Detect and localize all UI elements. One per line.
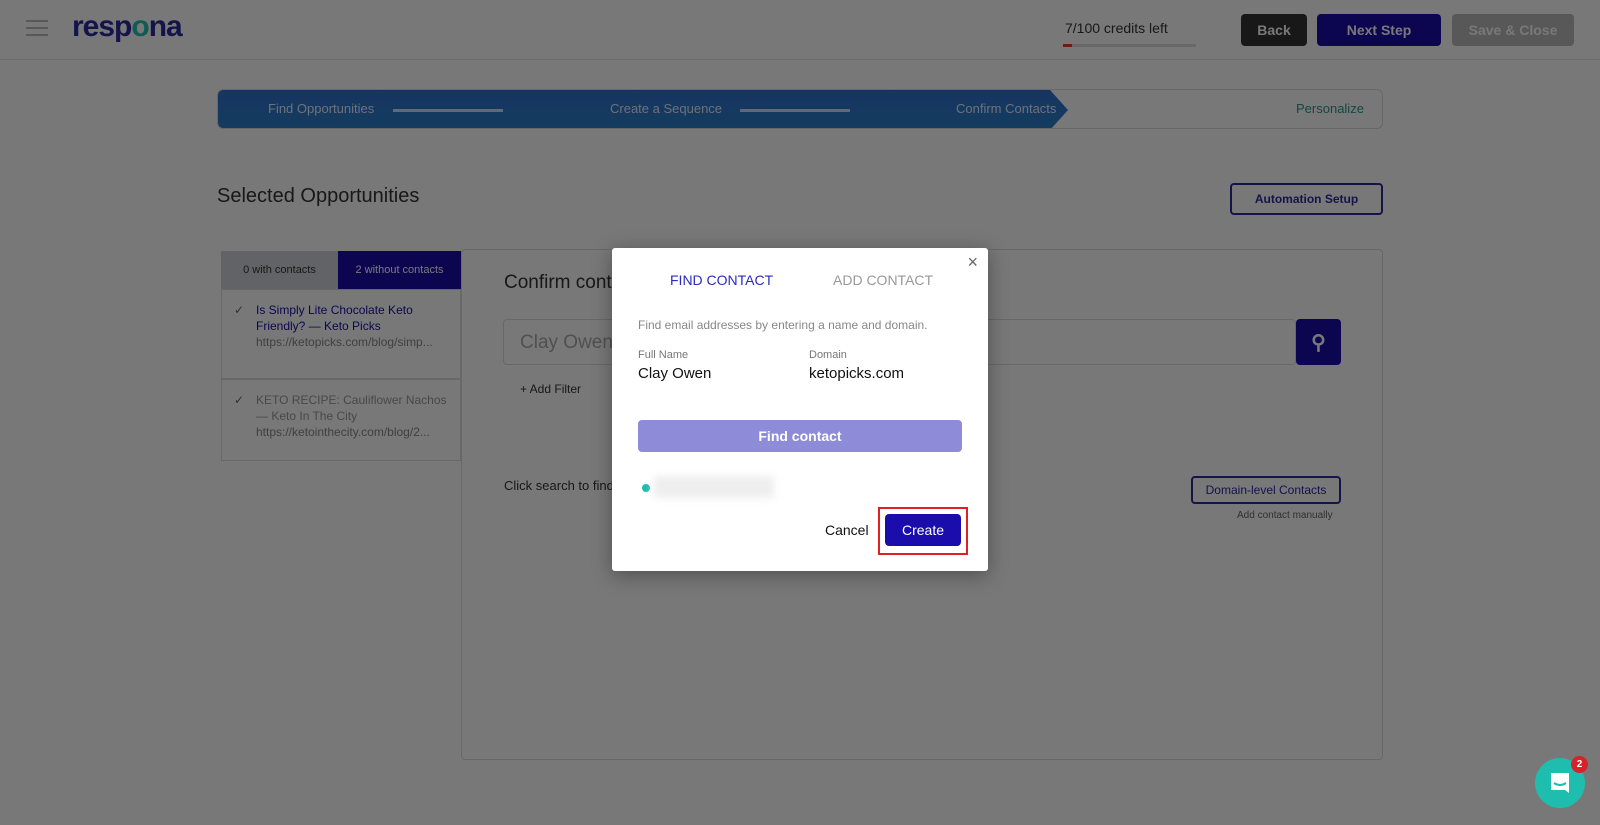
- domain-field[interactable]: ketopicks.com: [809, 365, 904, 382]
- search-icon: ⚲: [1311, 331, 1326, 354]
- create-button[interactable]: Create: [885, 514, 961, 546]
- tab-without-contacts[interactable]: 2 without contacts: [338, 251, 461, 289]
- find-contact-modal: × FIND CONTACT ADD CONTACT Find email ad…: [612, 248, 988, 571]
- full-name-field[interactable]: Clay Owen: [638, 365, 711, 382]
- add-manually-link[interactable]: Add contact manually: [1237, 510, 1333, 521]
- full-name-label: Full Name: [638, 349, 689, 361]
- item-title: KETO RECIPE: Cauliflower Nachos — Keto I…: [256, 393, 447, 423]
- credits-text: 7/100 credits left: [1065, 20, 1168, 36]
- blurred-email: [654, 476, 774, 498]
- search-button[interactable]: ⚲: [1296, 319, 1341, 365]
- list-item[interactable]: ✓ KETO RECIPE: Cauliflower Nachos — Keto …: [221, 379, 461, 461]
- step-find-opportunities[interactable]: Find Opportunities: [268, 101, 374, 116]
- step-personalize[interactable]: Personalize: [1296, 101, 1364, 116]
- back-button[interactable]: Back: [1241, 14, 1307, 46]
- logo: respona: [72, 10, 183, 43]
- add-filter-link[interactable]: + Add Filter: [520, 382, 581, 396]
- notification-badge: 2: [1571, 756, 1588, 773]
- item-url: https://ketointhecity.com/blog/2...: [256, 425, 430, 439]
- top-bar: respona 7/100 credits left Back Next Ste…: [0, 0, 1600, 60]
- automation-setup-button[interactable]: Automation Setup: [1230, 183, 1383, 215]
- item-title: Is Simply Lite Chocolate Keto Friendly? …: [256, 303, 413, 333]
- page-title: Selected Opportunities: [217, 185, 420, 207]
- credits-progress: [1063, 44, 1196, 47]
- save-close-button[interactable]: Save & Close: [1452, 14, 1574, 46]
- cancel-button[interactable]: Cancel: [825, 522, 869, 538]
- tab-find-contact[interactable]: FIND CONTACT: [670, 272, 773, 288]
- opportunity-list: 0 with contacts 2 without contacts ✓ Is S…: [221, 251, 461, 491]
- list-item[interactable]: ✓ Is Simply Lite Chocolate Keto Friendly?…: [221, 289, 461, 379]
- step-confirm-contacts[interactable]: Confirm Contacts: [956, 101, 1056, 116]
- find-contact-button[interactable]: Find contact: [638, 420, 962, 452]
- close-icon[interactable]: ×: [967, 252, 978, 273]
- domain-label: Domain: [809, 349, 847, 361]
- domain-contacts-button[interactable]: Domain-level Contacts: [1191, 476, 1341, 504]
- menu-icon[interactable]: [26, 20, 48, 36]
- stepper: Find Opportunities Create a Sequence Con…: [217, 89, 1383, 129]
- step-create-sequence[interactable]: Create a Sequence: [610, 101, 722, 116]
- tab-add-contact[interactable]: ADD CONTACT: [833, 272, 933, 288]
- modal-description: Find email addresses by entering a name …: [638, 318, 928, 332]
- item-url: https://ketopicks.com/blog/simp...: [256, 335, 433, 349]
- next-step-button[interactable]: Next Step: [1317, 14, 1441, 46]
- tab-with-contacts[interactable]: 0 with contacts: [221, 251, 338, 289]
- status-dot: [642, 484, 650, 492]
